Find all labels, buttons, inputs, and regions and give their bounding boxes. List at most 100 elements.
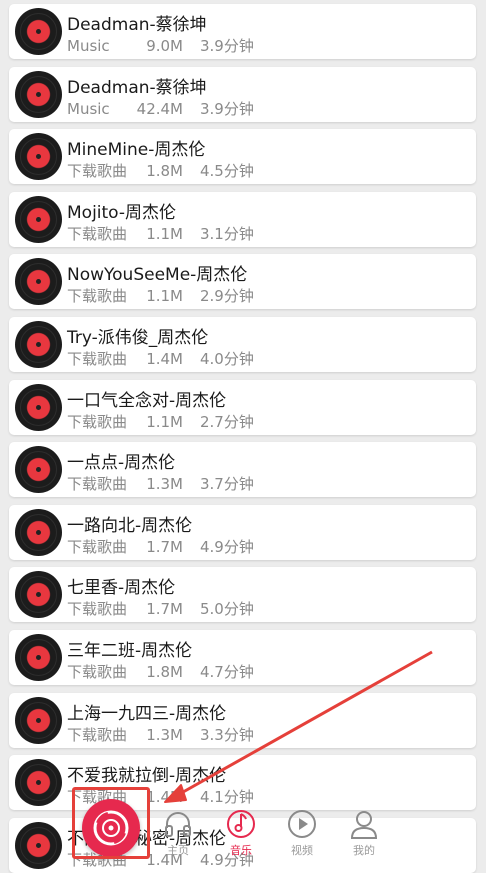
song-category: 下载歌曲 xyxy=(67,725,128,744)
song-meta: 下载歌曲 1.7M 4.9分钟 xyxy=(67,536,254,557)
song-category: Music xyxy=(67,37,110,55)
song-item[interactable]: 七里香-周杰伦 下载歌曲 1.7M 5.0分钟 xyxy=(9,567,476,623)
nav-mine-label: 我的 xyxy=(353,844,375,857)
song-size: 1.8M xyxy=(146,663,183,681)
vinyl-record-icon xyxy=(15,8,62,55)
song-category: 下载歌曲 xyxy=(67,162,128,181)
song-size: 1.1M xyxy=(146,224,183,243)
song-size: 1.3M xyxy=(146,475,183,494)
song-title: 不爱我就拉倒-周杰伦 xyxy=(67,766,227,787)
nav-home-label: 主页 xyxy=(167,844,189,857)
song-item[interactable]: 一路向北-周杰伦 下载歌曲 1.7M 4.9分钟 xyxy=(9,504,476,560)
song-title: Try-派伟俊_周杰伦 xyxy=(67,328,209,348)
vinyl-record-icon xyxy=(15,821,62,869)
song-meta: 下载歌曲 1.4M 4.0分钟 xyxy=(67,348,254,369)
song-duration: 4.9分钟 xyxy=(200,537,254,556)
song-category: 下载歌曲 xyxy=(67,663,128,681)
vinyl-record-icon xyxy=(15,508,62,556)
song-size: 1.1M xyxy=(146,412,183,431)
song-size: 1.7M xyxy=(146,600,183,619)
vinyl-record-icon xyxy=(15,258,62,306)
song-category: 下载歌曲 xyxy=(67,475,128,494)
song-duration: 2.7分钟 xyxy=(200,412,254,431)
play-circle-icon xyxy=(288,810,316,838)
nav-video[interactable]: 视频 xyxy=(274,808,330,864)
nav-music-label: 音乐 xyxy=(230,844,252,857)
song-size: 9.0M xyxy=(146,37,183,55)
song-duration: 4.0分钟 xyxy=(200,350,254,368)
song-duration: 3.3分钟 xyxy=(200,725,254,744)
song-title: MineMine-周杰伦 xyxy=(67,140,206,161)
song-title: 一点点-周杰伦 xyxy=(67,453,176,474)
song-duration: 3.9分钟 xyxy=(200,37,254,55)
vinyl-record-icon xyxy=(15,321,62,368)
song-size: 1.4M xyxy=(146,350,183,368)
vinyl-record-icon xyxy=(15,759,62,807)
vinyl-record-icon xyxy=(15,383,62,431)
song-meta: 下载歌曲 1.1M 3.1分钟 xyxy=(67,223,254,244)
song-duration: 3.1分钟 xyxy=(200,224,254,243)
song-category: 下载歌曲 xyxy=(67,412,128,431)
song-title: Deadman-蔡徐坤 xyxy=(67,15,207,35)
nav-video-label: 视频 xyxy=(291,844,313,857)
song-meta: Music 9.0M 3.9分钟 xyxy=(67,35,254,56)
music-note-icon xyxy=(227,810,255,838)
song-title: 一路向北-周杰伦 xyxy=(67,515,193,536)
vinyl-record-icon xyxy=(15,571,62,619)
song-category: Music xyxy=(67,99,110,118)
song-title: 七里香-周杰伦 xyxy=(67,578,176,599)
song-meta: 下载歌曲 1.3M 3.3分钟 xyxy=(67,724,254,745)
song-item[interactable]: Mojito-周杰伦 下载歌曲 1.1M 3.1分钟 xyxy=(9,191,476,247)
vinyl-record-icon xyxy=(15,634,62,681)
song-duration: 2.9分钟 xyxy=(200,287,254,306)
song-title: 一口气全念对-周杰伦 xyxy=(67,390,227,411)
song-duration: 4.5分钟 xyxy=(200,162,254,181)
song-size: 1.7M xyxy=(146,537,183,556)
song-title: 上海一九四三-周杰伦 xyxy=(67,703,227,724)
song-size: 42.4M xyxy=(136,99,183,118)
song-title: Deadman-蔡徐坤 xyxy=(67,77,207,98)
headphones-icon xyxy=(165,812,191,837)
song-item[interactable]: 上海一九四三-周杰伦 下载歌曲 1.3M 3.3分钟 xyxy=(9,692,476,748)
vinyl-record-icon xyxy=(15,446,62,494)
song-item[interactable]: 三年二班-周杰伦 下载歌曲 1.8M 4.7分钟 xyxy=(9,630,476,685)
person-icon xyxy=(350,811,378,839)
song-size: 1.8M xyxy=(146,162,183,181)
vinyl-record-icon xyxy=(15,70,62,118)
song-category: 下载歌曲 xyxy=(67,224,128,243)
song-item[interactable]: 一点点-周杰伦 下载歌曲 1.3M 3.7分钟 xyxy=(9,442,476,498)
song-meta: 下载歌曲 1.1M 2.9分钟 xyxy=(67,285,254,306)
nav-home[interactable]: 主页 xyxy=(150,808,206,864)
song-duration: 3.9分钟 xyxy=(200,99,254,118)
song-meta: 下载歌曲 1.8M 4.7分钟 xyxy=(67,661,254,682)
song-meta: 下载歌曲 1.1M 2.7分钟 xyxy=(67,411,254,432)
song-duration: 3.7分钟 xyxy=(200,475,254,494)
song-size: 1.1M xyxy=(146,287,183,306)
song-item[interactable]: Deadman-蔡徐坤 Music 9.0M 3.9分钟 xyxy=(9,4,476,59)
vinyl-record-icon xyxy=(15,696,62,744)
song-size: 1.3M xyxy=(146,725,183,744)
song-item[interactable]: 一口气全念对-周杰伦 下载歌曲 1.1M 2.7分钟 xyxy=(9,379,476,435)
song-title: NowYouSeeMe-周杰伦 xyxy=(67,265,248,286)
song-title: Mojito-周杰伦 xyxy=(67,202,177,223)
song-item[interactable]: NowYouSeeMe-周杰伦 下载歌曲 1.1M 2.9分钟 xyxy=(9,254,476,310)
song-duration: 4.7分钟 xyxy=(200,663,254,681)
highlight-box xyxy=(72,787,150,859)
song-meta: Music 42.4M 3.9分钟 xyxy=(67,98,254,119)
song-item[interactable]: Deadman-蔡徐坤 Music 42.4M 3.9分钟 xyxy=(9,66,476,122)
song-item[interactable]: Try-派伟俊_周杰伦 下载歌曲 1.4M 4.0分钟 xyxy=(9,317,476,372)
song-item[interactable]: MineMine-周杰伦 下载歌曲 1.8M 4.5分钟 xyxy=(9,129,476,185)
song-meta: 下载歌曲 1.3M 3.7分钟 xyxy=(67,473,254,494)
song-category: 下载歌曲 xyxy=(67,537,128,556)
song-duration: 5.0分钟 xyxy=(200,600,254,619)
song-category: 下载歌曲 xyxy=(67,287,128,306)
song-meta: 下载歌曲 1.7M 5.0分钟 xyxy=(67,598,254,619)
nav-mine[interactable]: 我的 xyxy=(336,808,392,864)
song-category: 下载歌曲 xyxy=(67,600,128,619)
song-category: 下载歌曲 xyxy=(67,350,128,368)
song-title: 三年二班-周杰伦 xyxy=(67,641,193,661)
vinyl-record-icon xyxy=(15,133,62,181)
vinyl-record-icon xyxy=(15,195,62,243)
nav-music[interactable]: 音乐 xyxy=(213,808,269,864)
song-meta: 下载歌曲 1.8M 4.5分钟 xyxy=(67,160,254,181)
